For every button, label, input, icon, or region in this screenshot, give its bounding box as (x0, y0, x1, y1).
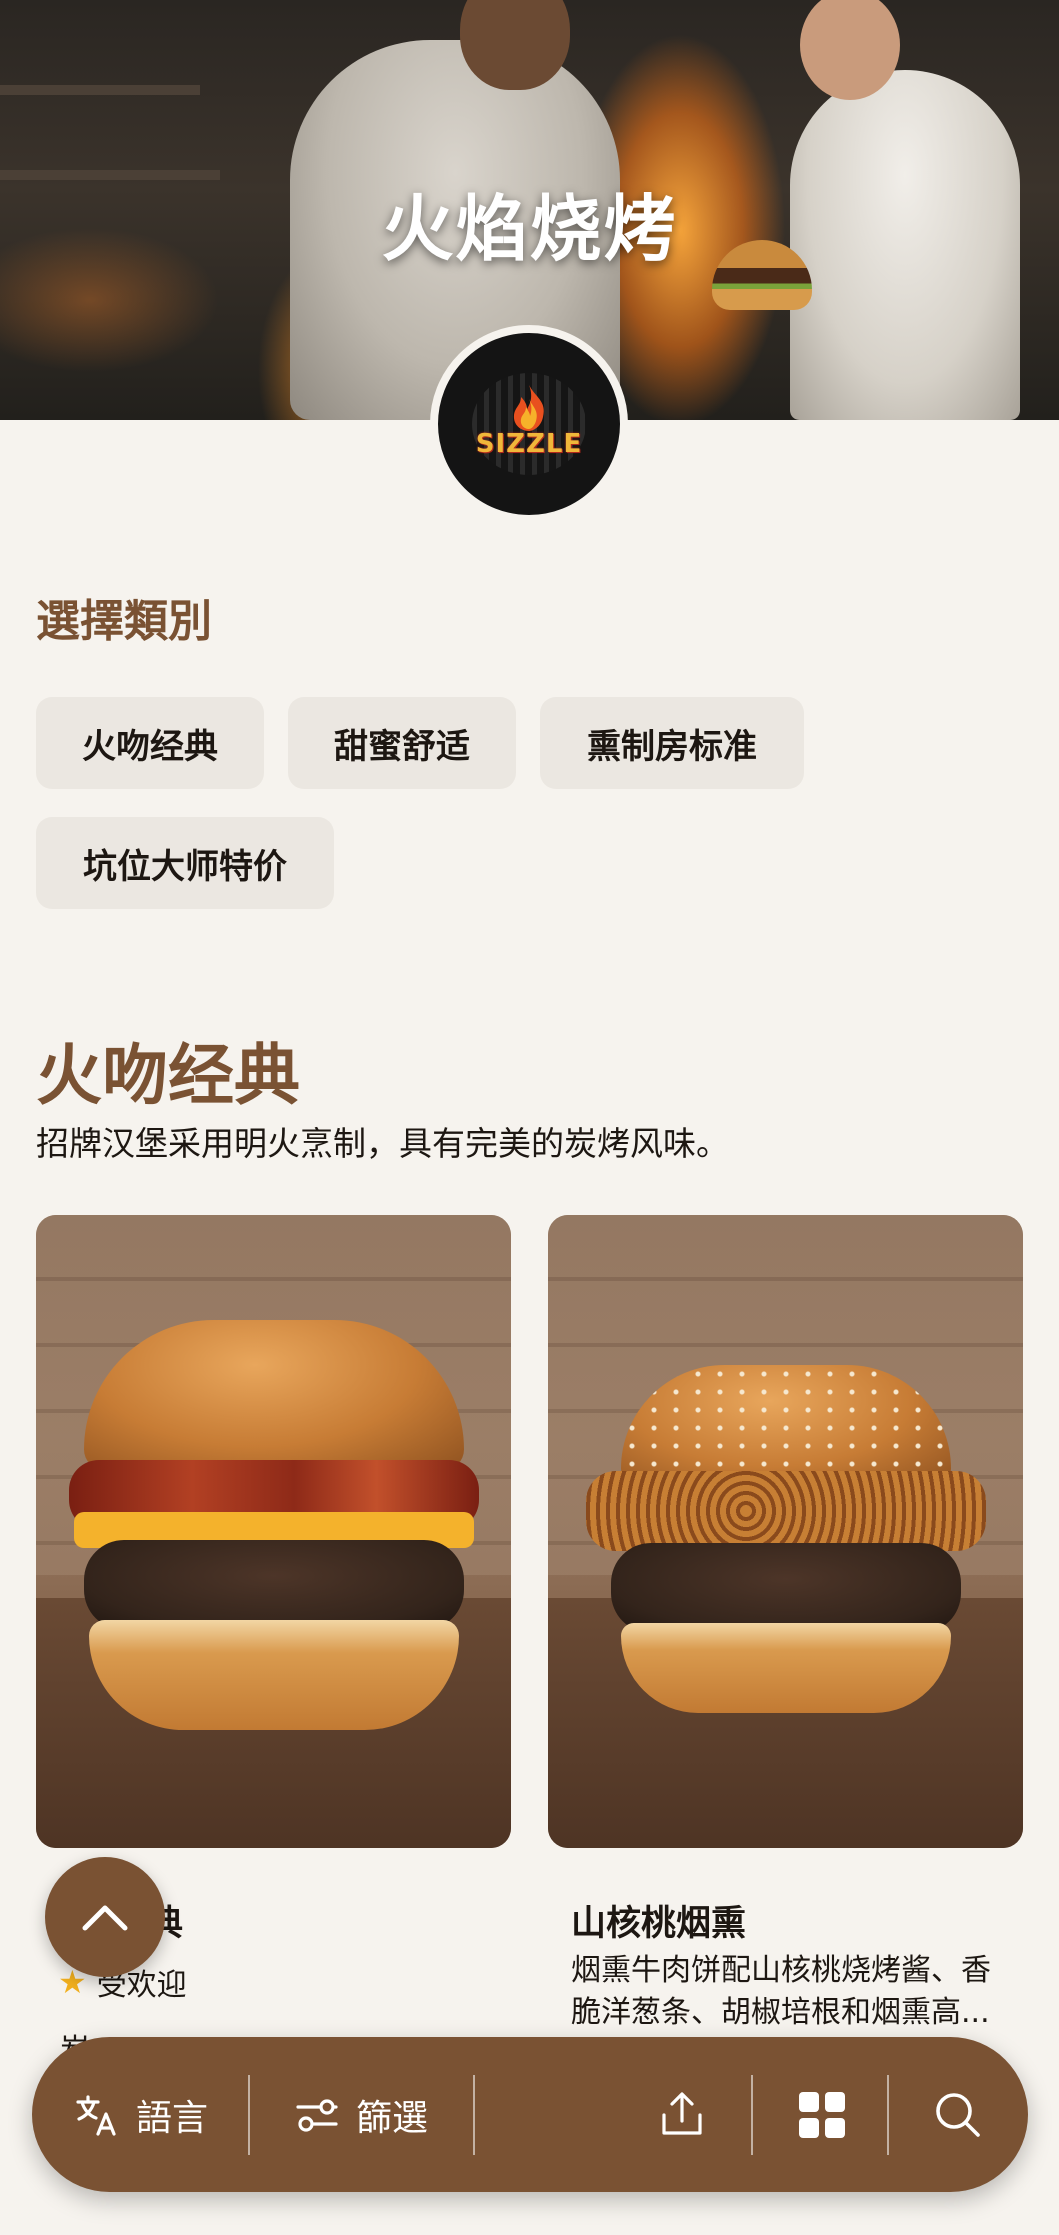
search-icon (936, 2092, 980, 2137)
filter-button[interactable]: 篩選 (294, 2037, 428, 2192)
language-button[interactable]: 語言 (74, 2037, 208, 2192)
section-description: 招牌汉堡采用明火烹制，具有完美的炭烤风味。 (36, 1124, 729, 1163)
category-chip[interactable]: 甜蜜舒适 (288, 697, 516, 789)
language-label: 語言 (136, 2097, 209, 2139)
burger-illustration (585, 1365, 986, 1713)
menu-item-name[interactable]: 山核桃烟熏 (571, 1895, 746, 1946)
filter-sliders-icon (296, 2098, 338, 2132)
hero-title: 火焰烧烤 (381, 187, 678, 271)
bottom-toolbar: 語言 篩選 (32, 2037, 1028, 2192)
divider (473, 2075, 475, 2155)
category-chip[interactable]: 坑位大师特价 (36, 817, 334, 909)
category-chip[interactable]: 熏制房标准 (540, 697, 804, 789)
scroll-to-top-button[interactable] (45, 1857, 165, 1977)
divider (751, 2075, 753, 2155)
flame-icon (513, 385, 544, 431)
logo-text: SIZZLE (475, 429, 583, 459)
chevron-up-icon (82, 1905, 128, 1931)
menu-item-description: 烟熏牛肉饼配山核桃烧烤酱、香脆洋葱条、胡椒培根和烟熏高... (571, 1953, 991, 2030)
divider (887, 2075, 889, 2155)
burger-illustration (68, 1320, 479, 1730)
menu-item-image[interactable] (548, 1215, 1023, 1848)
share-button[interactable] (656, 2037, 708, 2192)
category-heading: 選擇類別 (36, 596, 212, 647)
section-title: 火吻经典 (36, 1037, 300, 1114)
grid-icon (799, 2091, 845, 2138)
share-icon (662, 2091, 702, 2135)
translate-icon (76, 2094, 116, 2136)
category-chip[interactable]: 火吻经典 (36, 697, 264, 789)
search-button[interactable] (932, 2037, 984, 2192)
divider (248, 2075, 250, 2155)
kitchen-shelf (0, 85, 200, 95)
menu-item-image[interactable] (36, 1215, 511, 1848)
grid-view-button[interactable] (796, 2037, 848, 2192)
restaurant-logo: SIZZLE (430, 325, 628, 523)
filter-label: 篩選 (356, 2097, 429, 2139)
